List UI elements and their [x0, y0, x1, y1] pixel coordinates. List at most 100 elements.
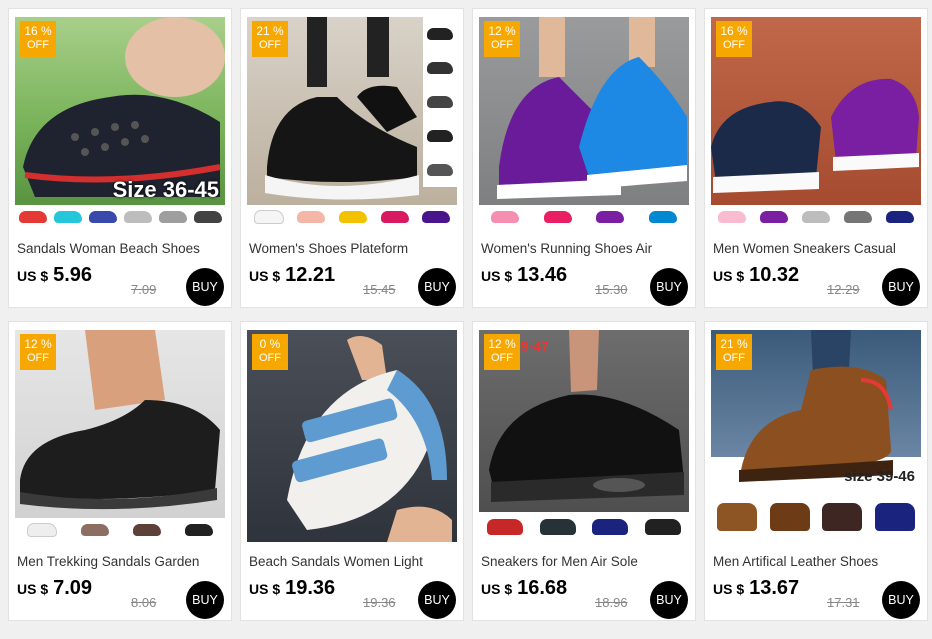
discount-badge: 12 % OFF [20, 334, 56, 370]
product-card[interactable]: 12 % OFF 39-47 Sneakers for Men Air Sole … [472, 321, 696, 621]
sale-price: US $7.09 [17, 577, 93, 599]
product-card[interactable]: 21 % OFF Women's Shoes Plateform US $ 12… [240, 8, 464, 308]
color-variants [479, 512, 689, 542]
color-thumbnail[interactable] [886, 211, 914, 223]
color-thumbnail[interactable] [874, 503, 915, 531]
original-price: 12.29 [827, 282, 860, 297]
buy-button[interactable]: BUY [418, 581, 456, 619]
variant-thumbnail[interactable] [427, 130, 453, 142]
discount-badge: 21 % OFF [252, 21, 288, 57]
buy-button[interactable]: BUY [186, 581, 224, 619]
product-card[interactable]: 0 % OFF Beach Sandals Women Light US $19.… [240, 321, 464, 621]
product-image[interactable]: 12 % OFF [15, 330, 225, 542]
product-title[interactable]: Men Women Sneakers Casual [713, 241, 921, 256]
color-thumbnail[interactable] [88, 211, 117, 223]
color-thumbnail[interactable] [297, 211, 326, 223]
color-thumbnail[interactable] [158, 211, 187, 223]
color-thumbnail[interactable] [718, 211, 746, 223]
product-title[interactable]: Women's Running Shoes Air [481, 241, 689, 256]
color-thumbnail[interactable] [539, 519, 576, 535]
color-thumbnail[interactable] [338, 211, 367, 223]
original-price: 18.96 [595, 595, 628, 610]
variant-thumbnail[interactable] [427, 28, 453, 40]
product-image[interactable]: 21 % OFF [247, 17, 457, 229]
color-thumbnail[interactable] [648, 211, 677, 223]
discount-badge: 0 % OFF [252, 334, 288, 370]
color-thumbnail[interactable] [844, 211, 872, 223]
sale-price: US $10.32 [713, 264, 800, 286]
color-thumbnail[interactable] [133, 524, 161, 536]
product-image[interactable]: 12 % OFF 39-47 [479, 330, 689, 542]
color-thumbnail[interactable] [802, 211, 830, 223]
color-variants [711, 492, 921, 542]
color-variants [15, 518, 225, 542]
product-image[interactable]: 0 % OFF [247, 330, 457, 542]
color-thumbnail[interactable] [491, 211, 520, 223]
product-title[interactable]: Men Trekking Sandals Garden [17, 554, 225, 569]
product-title[interactable]: Sandals Woman Beach Shoes [17, 241, 225, 256]
product-title[interactable]: Beach Sandals Women Light [249, 554, 457, 569]
color-thumbnail[interactable] [81, 524, 109, 536]
color-variants [479, 205, 689, 229]
discount-badge: 16 % OFF [20, 21, 56, 57]
color-thumbnail[interactable] [27, 523, 57, 537]
product-title[interactable]: Women's Shoes Plateform [249, 241, 457, 256]
color-thumbnail[interactable] [760, 211, 788, 223]
color-thumbnail[interactable] [769, 503, 810, 531]
original-price: 15.45 [363, 282, 396, 297]
product-image[interactable]: 12 % OFF [479, 17, 689, 229]
size-range-label: size 39-46 [844, 468, 915, 485]
color-thumbnail[interactable] [380, 211, 409, 223]
color-thumbnail[interactable] [18, 211, 47, 223]
color-thumbnail[interactable] [193, 211, 222, 223]
variant-thumbnail[interactable] [427, 164, 453, 176]
original-price: 7.09 [131, 282, 157, 297]
sale-price: US $19.36 [249, 577, 336, 599]
variant-thumbnail[interactable] [427, 62, 453, 74]
variant-thumbnails [423, 17, 457, 187]
original-price: 8.06 [131, 595, 157, 610]
discount-badge: 21 % OFF [716, 334, 752, 370]
product-card[interactable]: 16 % OFF Men Women Sneakers Casual US $10… [704, 8, 928, 308]
sale-price: US $13.67 [713, 577, 800, 599]
color-thumbnail[interactable] [822, 503, 863, 531]
product-title[interactable]: Sneakers for Men Air Sole [481, 554, 689, 569]
product-card[interactable]: 16 % OFF Size 36-45 Sandals Woman Beach S… [8, 8, 232, 308]
color-variants [15, 205, 225, 229]
sale-price: US $5.96 [17, 264, 93, 286]
discount-badge: 12 % OFF [484, 334, 520, 370]
product-image[interactable]: 16 % OFF Size 36-45 [15, 17, 225, 229]
original-price: 19.36 [363, 595, 396, 610]
color-thumbnail[interactable] [596, 211, 625, 223]
buy-button[interactable]: BUY [650, 581, 688, 619]
buy-button[interactable]: BUY [186, 268, 224, 306]
color-thumbnail[interactable] [53, 211, 82, 223]
discount-badge: 16 % OFF [716, 21, 752, 57]
color-thumbnail[interactable] [422, 211, 451, 223]
product-card[interactable]: 21 % OFF size 39-46 Men Artifical Leather… [704, 321, 928, 621]
original-price: 17.31 [827, 595, 860, 610]
color-thumbnail[interactable] [543, 211, 572, 223]
product-card[interactable]: 12 % OFF Women's Running Shoes Air US $13… [472, 8, 696, 308]
product-image[interactable]: 21 % OFF size 39-46 [711, 330, 921, 542]
buy-button[interactable]: BUY [418, 268, 456, 306]
buy-button[interactable]: BUY [882, 268, 920, 306]
product-card[interactable]: 12 % OFF Men Trekking Sandals Garden US $… [8, 321, 232, 621]
color-thumbnail[interactable] [644, 519, 681, 535]
buy-button[interactable]: BUY [650, 268, 688, 306]
sale-price: US $16.68 [481, 577, 568, 599]
color-thumbnail[interactable] [717, 503, 758, 531]
color-thumbnail[interactable] [592, 519, 629, 535]
color-thumbnail[interactable] [185, 524, 213, 536]
buy-button[interactable]: BUY [882, 581, 920, 619]
product-grid: 16 % OFF Size 36-45 Sandals Woman Beach S… [0, 0, 932, 639]
product-image[interactable]: 16 % OFF [711, 17, 921, 229]
original-price: 15.30 [595, 282, 628, 297]
color-variants [247, 205, 457, 229]
color-thumbnail[interactable] [253, 210, 284, 224]
color-thumbnail[interactable] [487, 519, 524, 535]
color-thumbnail[interactable] [123, 211, 152, 223]
product-title[interactable]: Men Artifical Leather Shoes [713, 554, 921, 569]
sale-price: US $13.46 [481, 264, 568, 286]
variant-thumbnail[interactable] [427, 96, 453, 108]
